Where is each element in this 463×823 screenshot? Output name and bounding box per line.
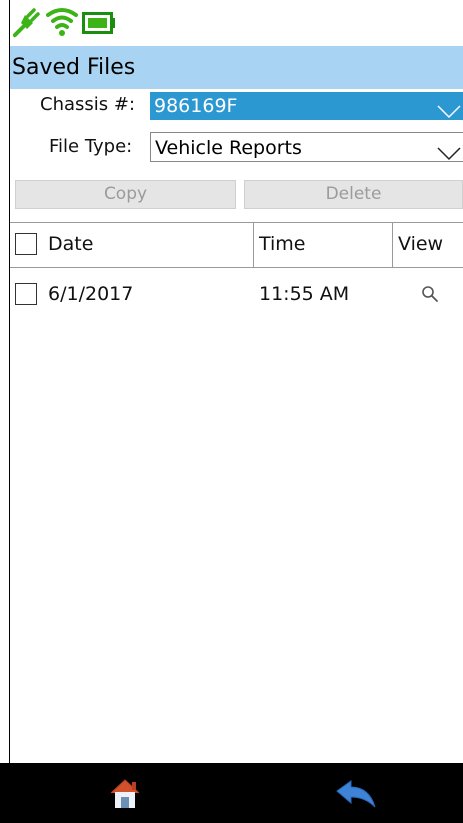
bottom-nav-bar xyxy=(0,763,463,823)
left-border xyxy=(9,0,10,763)
chassis-label: Chassis #: xyxy=(40,94,136,115)
page-title: Saved Files xyxy=(10,46,463,89)
view-column-header: View xyxy=(398,233,444,255)
chevron-down-icon xyxy=(437,140,461,170)
file-type-value: Vehicle Reports xyxy=(155,137,302,159)
status-bar xyxy=(10,0,463,46)
plug-icon xyxy=(12,6,42,42)
row-checkbox[interactable] xyxy=(15,283,37,305)
delete-button[interactable]: Delete xyxy=(244,180,463,209)
select-all-checkbox[interactable] xyxy=(15,233,37,255)
wifi-icon xyxy=(46,6,78,42)
home-icon[interactable] xyxy=(107,777,143,815)
row-date: 6/1/2017 xyxy=(48,283,134,305)
copy-button[interactable]: Copy xyxy=(15,180,236,209)
file-type-dropdown[interactable]: Vehicle Reports xyxy=(150,132,463,162)
chassis-value: 986169F xyxy=(154,95,238,117)
chevron-down-icon xyxy=(437,99,461,127)
chassis-dropdown[interactable]: 986169F xyxy=(150,92,463,120)
back-arrow-icon[interactable] xyxy=(335,779,377,815)
row-time: 11:55 AM xyxy=(259,283,350,305)
table-top-divider xyxy=(10,222,463,223)
column-divider xyxy=(392,222,393,268)
file-type-label: File Type: xyxy=(49,136,133,157)
table-header-divider xyxy=(10,267,463,268)
magnifier-icon[interactable] xyxy=(420,284,440,308)
date-column-header[interactable]: Date xyxy=(48,233,93,255)
time-column-header[interactable]: Time xyxy=(259,233,306,255)
column-divider xyxy=(253,222,254,268)
battery-icon xyxy=(82,12,116,38)
